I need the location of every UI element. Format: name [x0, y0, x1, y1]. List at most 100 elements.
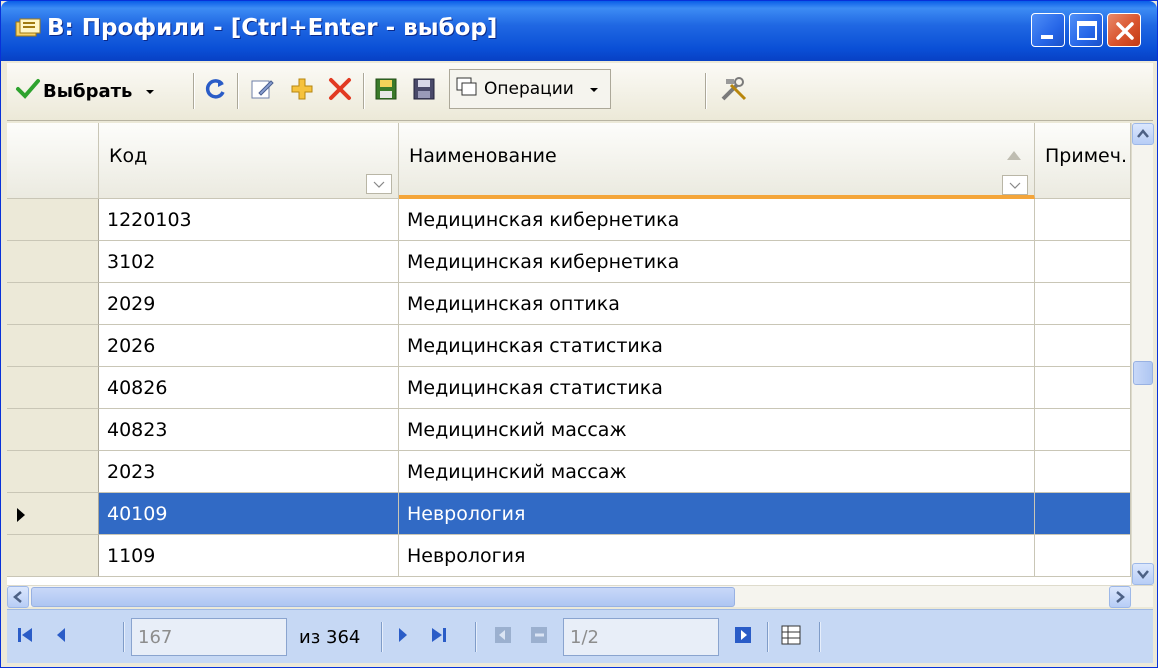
cell-note[interactable] [1035, 325, 1131, 367]
first-record-button[interactable] [13, 618, 37, 656]
next-page-icon [731, 623, 755, 652]
table-row[interactable]: 40826 Медицинская статистика [7, 367, 1131, 409]
delete-button[interactable] [327, 69, 353, 113]
table-row[interactable]: 1220103 Медицинская кибернетика [7, 199, 1131, 241]
table-row-selected[interactable]: 40109 Неврология [7, 493, 1131, 535]
page-back-button[interactable] [527, 618, 551, 656]
last-record-button[interactable] [427, 618, 451, 656]
cell-note[interactable] [1035, 493, 1131, 535]
column-header-name[interactable]: Наименование [399, 123, 1035, 199]
row-indicator[interactable] [7, 199, 99, 241]
cell-code[interactable]: 1109 [99, 535, 399, 577]
refresh-button[interactable] [203, 69, 229, 113]
cell-note[interactable] [1035, 367, 1131, 409]
filter-dropdown-icon[interactable] [366, 174, 392, 194]
settings-button[interactable] [719, 69, 749, 113]
cell-code[interactable]: 2026 [99, 325, 399, 367]
row-indicator[interactable] [7, 241, 99, 283]
cell-code[interactable]: 1220103 [99, 199, 399, 241]
cell-code[interactable]: 40823 [99, 409, 399, 451]
cell-code[interactable]: 40826 [99, 367, 399, 409]
chevron-down-icon [588, 80, 600, 99]
cell-name[interactable]: Медицинская статистика [399, 325, 1035, 367]
cell-name[interactable]: Медицинская кибернетика [399, 241, 1035, 283]
save-button[interactable] [373, 69, 399, 113]
column-header-note[interactable]: Примеч. [1035, 123, 1131, 199]
table-row[interactable]: 2029 Медицинская оптика [7, 283, 1131, 325]
table-row[interactable]: 40823 Медицинский массаж [7, 409, 1131, 451]
window-title: В: Профили - [Ctrl+Enter - выбор] [47, 15, 498, 41]
table-row[interactable]: 1109 Неврология [7, 535, 1131, 577]
grid-header: Код Наименование Примеч. [7, 123, 1131, 199]
row-indicator[interactable] [7, 451, 99, 493]
cell-code[interactable]: 3102 [99, 241, 399, 283]
close-button[interactable] [1107, 13, 1141, 47]
horizontal-scrollbar[interactable] [7, 585, 1153, 608]
record-navigator: 167 из 364 1/2 [7, 609, 1153, 663]
row-indicator[interactable] [7, 493, 99, 535]
row-header-corner [7, 123, 99, 199]
record-number-input[interactable]: 167 [131, 618, 287, 656]
edit-button[interactable] [249, 69, 275, 113]
scroll-right-button[interactable] [1109, 586, 1131, 608]
prev-page-button[interactable] [491, 618, 515, 656]
row-indicator[interactable] [7, 535, 99, 577]
select-button[interactable]: Выбрать [15, 69, 156, 113]
column-header-label: Код [109, 145, 148, 167]
table-row[interactable]: 3102 Медицинская кибернетика [7, 241, 1131, 283]
filter-dropdown-icon[interactable] [1002, 175, 1028, 195]
vertical-scroll-thumb[interactable] [1133, 361, 1153, 385]
sort-ascending-icon [1004, 145, 1024, 167]
cell-note[interactable] [1035, 451, 1131, 493]
cell-note[interactable] [1035, 283, 1131, 325]
row-indicator[interactable] [7, 367, 99, 409]
save-all-button[interactable] [411, 69, 437, 113]
add-button[interactable] [289, 69, 315, 113]
toolbar: Выбрать Операции [7, 63, 1153, 121]
select-button-label: Выбрать [43, 80, 133, 102]
table-row[interactable]: 2023 Медицинский массаж [7, 451, 1131, 493]
cell-note[interactable] [1035, 199, 1131, 241]
cell-name[interactable]: Медицинская оптика [399, 283, 1035, 325]
grid-settings-button[interactable] [779, 618, 803, 656]
scroll-down-button[interactable] [1132, 563, 1154, 585]
row-indicator[interactable] [7, 325, 99, 367]
cell-name[interactable]: Неврология [399, 493, 1035, 535]
row-indicator[interactable] [7, 283, 99, 325]
vertical-scrollbar[interactable] [1131, 123, 1154, 585]
horizontal-scroll-thumb[interactable] [31, 587, 735, 607]
cell-name[interactable]: Медицинская кибернетика [399, 199, 1035, 241]
cell-code[interactable]: 2029 [99, 283, 399, 325]
prev-record-button[interactable] [49, 618, 73, 656]
title-bar[interactable]: В: Профили - [Ctrl+Enter - выбор] [1, 1, 1157, 61]
operations-button[interactable]: Операции [449, 69, 611, 109]
column-header-label: Наименование [409, 145, 557, 167]
save-all-icon [411, 76, 437, 106]
next-page-button[interactable] [731, 618, 755, 656]
column-header-code[interactable]: Код [99, 123, 399, 199]
chevron-down-icon[interactable] [144, 82, 156, 101]
cell-code[interactable]: 2023 [99, 451, 399, 493]
maximize-button[interactable] [1069, 13, 1103, 47]
cell-note[interactable] [1035, 535, 1131, 577]
current-row-arrow-icon [15, 506, 27, 528]
table-row[interactable]: 2026 Медицинская статистика [7, 325, 1131, 367]
cell-name[interactable]: Медицинская статистика [399, 367, 1035, 409]
profiles-grid: Код Наименование Примеч. 1220103 Медицин… [7, 123, 1131, 585]
next-record-button[interactable] [391, 618, 415, 656]
row-indicator[interactable] [7, 409, 99, 451]
page-input[interactable]: 1/2 [563, 618, 719, 656]
cell-name[interactable]: Неврология [399, 535, 1035, 577]
first-record-icon [13, 623, 37, 652]
profiles-window: В: Профили - [Ctrl+Enter - выбор] Выбрат… [0, 0, 1158, 668]
delete-icon [327, 76, 353, 106]
cell-name[interactable]: Медицинский массаж [399, 451, 1035, 493]
cell-note[interactable] [1035, 409, 1131, 451]
cell-code[interactable]: 40109 [99, 493, 399, 535]
cell-name[interactable]: Медицинский массаж [399, 409, 1035, 451]
save-icon [373, 76, 399, 106]
scroll-left-button[interactable] [7, 586, 29, 608]
minimize-button[interactable] [1031, 13, 1065, 47]
cell-note[interactable] [1035, 241, 1131, 283]
scroll-up-button[interactable] [1132, 123, 1154, 145]
